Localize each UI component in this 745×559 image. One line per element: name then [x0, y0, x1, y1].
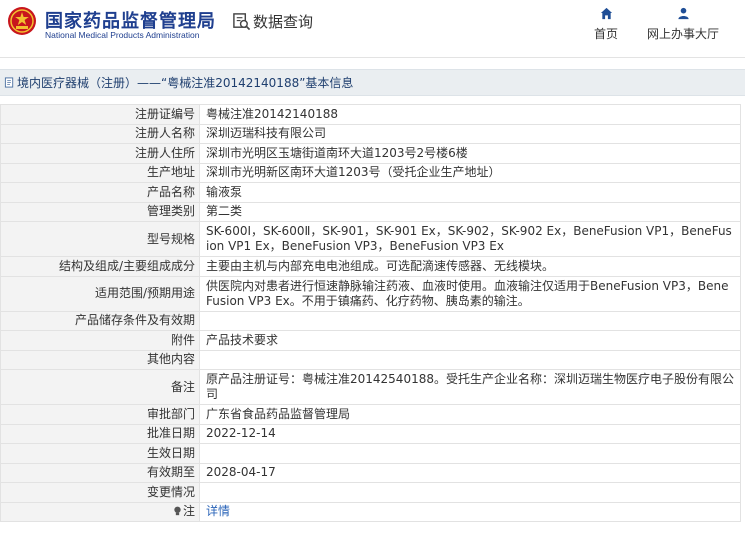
row-value: [199, 443, 741, 464]
details-link[interactable]: 详情: [206, 504, 230, 518]
row-value: SK-600Ⅰ，SK-600Ⅱ，SK-901，SK-901 Ex，SK-902，…: [199, 221, 741, 257]
row-label: 生效日期: [0, 443, 200, 464]
row-label: 产品储存条件及有效期: [0, 310, 200, 331]
breadcrumb: 境内医疗器械（注册） —— “粤械注准20142140188”基本信息: [0, 69, 745, 96]
agency-subtitle: National Medical Products Administration: [45, 30, 200, 40]
row-value: 第二类: [199, 201, 741, 222]
user-icon: [677, 7, 689, 20]
registration-detail-table: 注册证编号 粤械注准20142140188 注册人名称 深圳迈瑞科技有限公司 注…: [0, 104, 741, 522]
row-label: 注册人住所: [0, 143, 200, 164]
row-value: 2022-12-14: [199, 423, 741, 444]
detail-row: 生效日期: [0, 443, 741, 464]
breadcrumb-category[interactable]: 境内医疗器械（注册）: [17, 74, 137, 91]
detail-row: 其他内容: [0, 349, 741, 370]
nav-home-label: 首页: [594, 27, 619, 41]
row-label: 批准日期: [0, 423, 200, 444]
detail-row: 审批部门 广东省食品药品监督管理局: [0, 404, 741, 425]
detail-row: 注册人名称 深圳迈瑞科技有限公司: [0, 123, 741, 144]
detail-row: 结构及组成/主要组成成分 主要由主机与内部充电电池组成。可选配滴速传感器、无线模…: [0, 256, 741, 277]
row-label: 注册人名称: [0, 123, 200, 144]
row-value: 深圳迈瑞科技有限公司: [199, 123, 741, 144]
row-value: 原产品注册证号：粤械注准20142540188。受托生产企业名称：深圳迈瑞生物医…: [199, 369, 741, 405]
data-query-icon: [233, 13, 251, 31]
detail-row: 适用范围/预期用途 供医院内对患者进行恒速静脉输注药液、血液时使用。血液输注仅适…: [0, 275, 741, 312]
row-value: 供医院内对患者进行恒速静脉输注药液、血液时使用。血液输注仅适用于BeneFusi…: [199, 275, 741, 312]
row-label: 产品名称: [0, 182, 200, 203]
breadcrumb-current: “粤械注准20142140188”基本信息: [161, 76, 354, 90]
detail-row: 注册证编号 粤械注准20142140188: [0, 104, 741, 125]
detail-row: 产品名称 输液泵: [0, 182, 741, 203]
row-label: 管理类别: [0, 201, 200, 222]
note-row: 注 详情: [0, 501, 741, 522]
row-label: 审批部门: [0, 404, 200, 425]
nav-home[interactable]: 首页: [594, 7, 618, 42]
document-icon: [4, 77, 14, 88]
detail-row: 注册人住所 深圳市光明区玉塘街道南环大道1203号2号楼6楼: [0, 143, 741, 164]
detail-row: 生产地址 深圳市光明新区南环大道1203号（受托企业生产地址）: [0, 162, 741, 183]
detail-row: 批准日期 2022-12-14: [0, 423, 741, 444]
detail-row: 备注 原产品注册证号：粤械注准20142540188。受托生产企业名称：深圳迈瑞…: [0, 369, 741, 405]
row-value: 广东省食品药品监督管理局: [199, 404, 741, 425]
row-value: [199, 482, 741, 503]
row-label: 备注: [0, 369, 200, 405]
row-label: 有效期至: [0, 462, 200, 483]
row-value: [199, 310, 741, 331]
national-emblem-icon: [8, 7, 36, 35]
nav-online-service-hall[interactable]: 网上办事大厅: [647, 7, 719, 42]
row-label: 变更情况: [0, 482, 200, 503]
row-value: 2028-04-17: [199, 462, 741, 483]
row-value: 深圳市光明新区南环大道1203号（受托企业生产地址）: [199, 162, 741, 183]
detail-row: 管理类别 第二类: [0, 201, 741, 222]
row-label: 其他内容: [0, 349, 200, 370]
row-label: 结构及组成/主要组成成分: [0, 256, 200, 277]
row-label: 适用范围/预期用途: [0, 275, 200, 312]
nav-online-service-label: 网上办事大厅: [647, 27, 720, 41]
note-label-cell: 注: [0, 501, 200, 522]
detail-row: 附件 产品技术要求: [0, 330, 741, 351]
row-label: 型号规格: [0, 221, 200, 257]
row-value: 粤械注准20142140188: [199, 104, 741, 125]
row-value: 产品技术要求: [199, 330, 741, 351]
bulb-icon: [174, 506, 181, 516]
row-label: 生产地址: [0, 162, 200, 183]
note-value-cell: 详情: [199, 501, 741, 522]
row-value: [199, 349, 741, 370]
row-label: 附件: [0, 330, 200, 351]
site-header: 国家药品监督管理局 National Medical Products Admi…: [0, 0, 745, 58]
data-query-label: 数据查询: [253, 13, 314, 31]
row-label: 注册证编号: [0, 104, 200, 125]
detail-row: 变更情况: [0, 482, 741, 503]
detail-row: 有效期至 2028-04-17: [0, 462, 741, 483]
row-value: 深圳市光明区玉塘街道南环大道1203号2号楼6楼: [199, 143, 741, 164]
breadcrumb-separator: ——: [137, 75, 162, 90]
detail-row: 产品储存条件及有效期: [0, 310, 741, 331]
row-value: 主要由主机与内部充电电池组成。可选配滴速传感器、无线模块。: [199, 256, 741, 277]
detail-row: 型号规格 SK-600Ⅰ，SK-600Ⅱ，SK-901，SK-901 Ex，SK…: [0, 221, 741, 257]
note-label: 注: [182, 504, 195, 519]
home-icon: [600, 7, 612, 20]
row-value: 输液泵: [199, 182, 741, 203]
data-query-link[interactable]: 数据查询: [232, 11, 313, 32]
